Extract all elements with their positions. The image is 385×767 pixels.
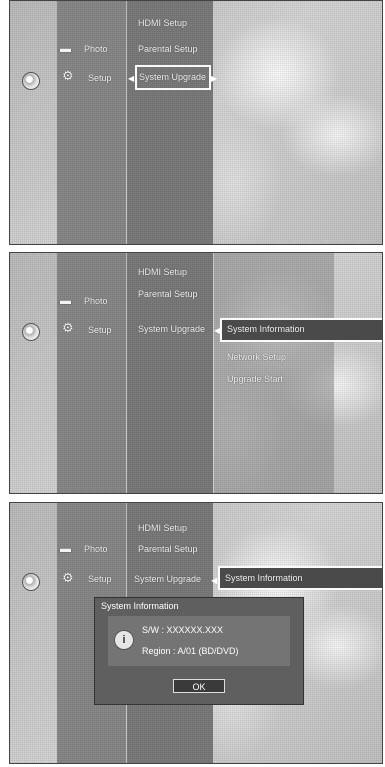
region-code: Region : A/01 (BD/DVD) — [142, 646, 239, 656]
left-arrow-icon: ◀ — [211, 576, 218, 585]
gear-icon: ⚙ — [62, 320, 74, 335]
left-arrow-icon: ◀ — [128, 74, 135, 83]
upgrade-options-column — [214, 253, 334, 493]
submenu-item-hdmi-setup[interactable]: HDMI Setup — [138, 523, 187, 533]
disc-icon — [22, 573, 40, 591]
screen-1: ▬ Photo ⚙ Setup HDMI Setup Parental Setu… — [9, 0, 383, 245]
disc-icon — [22, 72, 40, 90]
gear-icon: ⚙ — [62, 570, 74, 585]
photo-icon: ▬ — [60, 43, 71, 55]
photo-icon: ▬ — [60, 295, 71, 307]
submenu-item-hdmi-setup[interactable]: HDMI Setup — [138, 267, 187, 277]
ok-button[interactable]: OK — [173, 679, 225, 693]
submenu-item-hdmi-setup[interactable]: HDMI Setup — [138, 18, 187, 28]
option-upgrade-start[interactable]: Upgrade Start — [227, 374, 283, 384]
screen-3: ▬ Photo ⚙ Setup HDMI Setup Parental Setu… — [9, 502, 383, 764]
option-network-setup[interactable]: Network Setup — [227, 352, 286, 362]
submenu-item-parental-setup[interactable]: Parental Setup — [138, 544, 198, 554]
dialog-body: i S/W : XXXXXX.XXX Region : A/01 (BD/DVD… — [108, 616, 290, 666]
info-icon: i — [114, 630, 134, 650]
software-version: S/W : XXXXXX.XXX — [142, 625, 224, 635]
photo-icon: ▬ — [60, 543, 71, 555]
screen-2: ▬ Photo ⚙ Setup HDMI Setup Parental Setu… — [9, 252, 383, 494]
menu-item-photo[interactable]: Photo — [84, 544, 108, 554]
submenu-item-parental-setup[interactable]: Parental Setup — [138, 44, 198, 54]
menu-item-setup[interactable]: Setup — [88, 325, 112, 335]
menu-item-setup[interactable]: Setup — [88, 73, 112, 83]
gear-icon: ⚙ — [62, 68, 74, 83]
submenu-item-system-upgrade[interactable]: System Upgrade — [134, 574, 201, 584]
selection-highlight — [135, 65, 211, 90]
setup-submenu-column — [127, 1, 213, 244]
selection-highlight — [218, 566, 382, 590]
main-menu-column — [57, 253, 126, 493]
selection-highlight — [220, 318, 382, 342]
menu-item-photo[interactable]: Photo — [84, 44, 108, 54]
menu-item-setup[interactable]: Setup — [88, 574, 112, 584]
submenu-item-system-upgrade[interactable]: System Upgrade — [138, 324, 205, 334]
right-arrow-icon: ▶ — [211, 74, 218, 83]
disc-icon — [22, 323, 40, 341]
main-menu-column — [57, 1, 126, 244]
menu-item-photo[interactable]: Photo — [84, 296, 108, 306]
dialog-title: System Information — [101, 601, 179, 611]
submenu-item-parental-setup[interactable]: Parental Setup — [138, 289, 198, 299]
system-information-dialog: System Information i S/W : XXXXXX.XXX Re… — [94, 597, 304, 705]
